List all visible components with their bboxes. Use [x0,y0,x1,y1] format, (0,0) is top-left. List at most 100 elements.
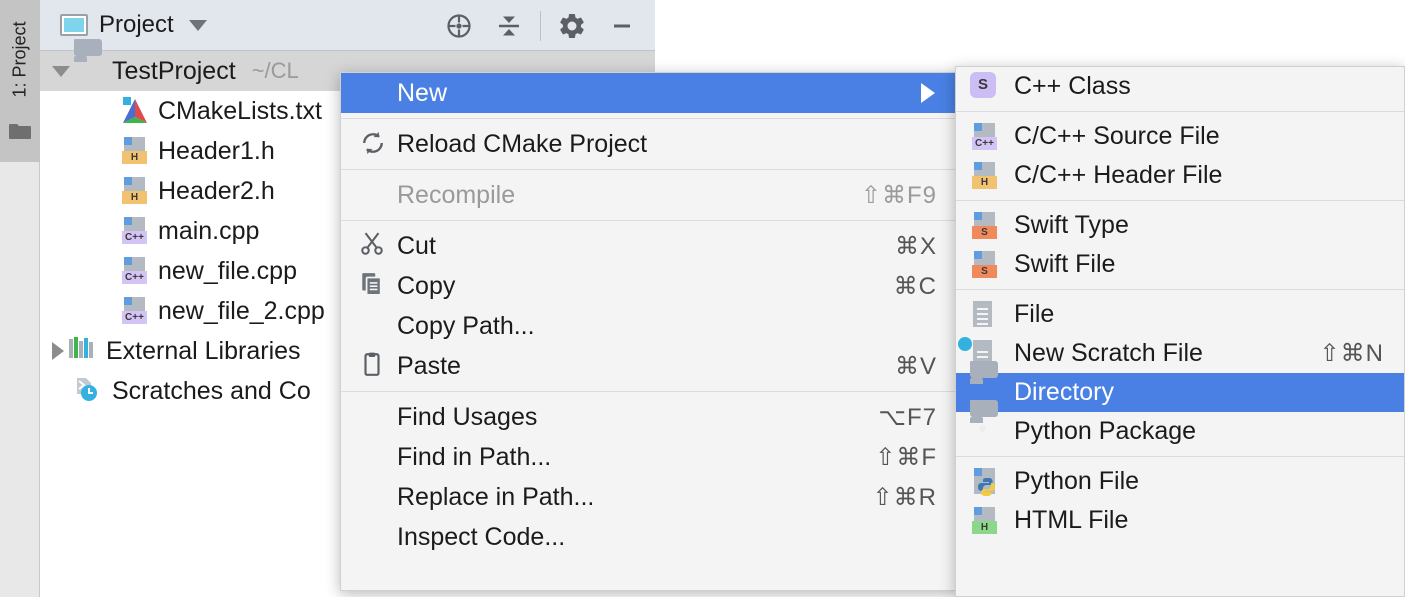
menu-item-find-usages[interactable]: Find Usages⌥F7 [341,397,957,437]
menu-item-label: Find Usages [397,403,878,432]
python-file-icon [970,467,1010,497]
cmake-icon [120,96,150,126]
menu-item-replace-in-path[interactable]: Replace in Path...⇧⌘R [341,477,957,517]
h-file-icon: H [120,136,150,166]
tree-row-label: External Libraries [106,337,301,366]
menu-item-reload-cmake-project[interactable]: Reload CMake Project [341,124,957,164]
submenu-item-c-class[interactable]: SC++ Class [956,67,1404,106]
menu-item-inspect-code[interactable]: Inspect Code... [341,517,957,557]
menu-item-shortcut: ⌥F7 [878,403,957,432]
submenu-item-c-c-source-file[interactable]: C++C/C++ Source File [956,117,1404,156]
menu-item-label: C++ Class [1014,72,1404,101]
cpp-file-icon: C++ [120,296,150,326]
tree-row-label: new_file.cpp [158,257,297,286]
tree-row-path: ~/CL [252,58,299,84]
gear-icon[interactable] [547,0,597,51]
project-window-icon [60,14,88,36]
menu-item-label: Python File [1014,467,1404,496]
menu-item-paste[interactable]: Paste⌘V [341,346,957,386]
menu-item-label: Find in Path... [397,443,875,472]
menu-item-label: Swift Type [1014,211,1404,240]
h-file-icon: H [970,161,1010,191]
menu-item-label: C/C++ Source File [1014,122,1404,151]
submenu-item-swift-type[interactable]: SSwift Type [956,206,1404,245]
chevron-down-icon[interactable] [52,66,70,77]
submenu-item-c-c-header-file[interactable]: HC/C++ Header File [956,156,1404,195]
menu-item-shortcut: ⌘C [894,272,957,301]
menu-item-label: Python Package [1014,417,1404,446]
menu-icon-placeholder [359,442,393,472]
menu-item-label: Copy [397,272,894,301]
tool-window-header: Project [40,0,655,51]
tree-row-label: Header1.h [158,137,275,166]
submenu-item-new-scratch-file[interactable]: New Scratch File⇧⌘N [956,334,1404,373]
menu-item-shortcut: ⌘X [895,232,957,261]
context-menu[interactable]: New Reload CMake Project Recompile⇧⌘F9 Cut⌘… [340,72,958,591]
menu-icon-placeholder [359,522,393,552]
scissors-icon [359,231,393,261]
cpp-file-icon: C++ [120,256,150,286]
submenu-arrow-icon [921,83,935,103]
menu-item-label: Copy Path... [397,312,957,341]
file-icon [970,300,1010,330]
folder-icon [9,122,31,140]
menu-icon-placeholder [359,311,393,341]
python-package-icon [970,417,1010,447]
tree-row-label: TestProject [112,57,236,86]
tree-row-label: Header2.h [158,177,275,206]
menu-separator [956,289,1404,290]
menu-item-shortcut: ⌘V [895,352,957,381]
swift-file-icon: S [970,250,1010,280]
menu-item-label: Paste [397,352,895,381]
tool-window-title-group[interactable]: Project [40,11,207,39]
submenu-item-python-package[interactable]: Python Package [956,412,1404,451]
submenu-item-swift-file[interactable]: SSwift File [956,245,1404,284]
toolbar-divider [540,11,541,41]
menu-separator [341,391,957,392]
menu-item-label: HTML File [1014,506,1404,535]
menu-icon-placeholder [359,78,393,108]
submenu-item-python-file[interactable]: Python File [956,462,1404,501]
h-file-icon: H [120,176,150,206]
collapse-all-icon[interactable] [484,0,534,51]
menu-separator [341,220,957,221]
menu-separator [956,111,1404,112]
menu-item-cut[interactable]: Cut⌘X [341,226,957,266]
sidebar-tab-project-label: 1: Project [10,21,31,97]
libraries-icon [68,336,98,366]
menu-item-shortcut: ⇧⌘F9 [861,181,957,210]
tool-window-actions [434,0,655,51]
menu-separator [341,118,957,119]
new-submenu[interactable]: SC++ ClassC++C/C++ Source FileHC/C++ Hea… [955,66,1405,597]
folder-icon [74,56,104,86]
cpp-file-icon: C++ [120,216,150,246]
menu-item-recompile: Recompile⇧⌘F9 [341,175,957,215]
html-file-icon: H [970,506,1010,536]
submenu-item-html-file[interactable]: HHTML File [956,501,1404,540]
submenu-item-file[interactable]: File [956,295,1404,334]
menu-item-label: Reload CMake Project [397,130,957,159]
menu-item-copy-path[interactable]: Copy Path... [341,306,957,346]
swift-file-icon: S [970,211,1010,241]
tool-window-strip: 1: Project [0,0,40,597]
tree-row-label: Scratches and Co [112,377,311,406]
menu-item-new[interactable]: New [341,73,957,113]
tree-row-label: main.cpp [158,217,259,246]
cpp-class-icon: S [970,72,1010,102]
menu-item-label: Directory [1014,378,1404,407]
menu-item-find-in-path[interactable]: Find in Path...⇧⌘F [341,437,957,477]
locate-icon[interactable] [434,0,484,51]
menu-item-copy[interactable]: Copy⌘C [341,266,957,306]
submenu-item-directory[interactable]: Directory [956,373,1404,412]
cpp-file-icon: C++ [970,122,1010,152]
menu-item-label: Swift File [1014,250,1404,279]
minimize-icon[interactable] [597,0,647,51]
menu-item-label: C/C++ Header File [1014,161,1404,190]
menu-separator [956,456,1404,457]
sidebar-tab-project[interactable]: 1: Project [0,4,40,114]
menu-item-shortcut: ⇧⌘F [875,443,957,472]
chevron-right-icon[interactable] [52,342,64,360]
menu-icon-placeholder [359,180,393,210]
chevron-down-icon[interactable] [189,20,207,31]
menu-item-label: Inspect Code... [397,523,957,552]
